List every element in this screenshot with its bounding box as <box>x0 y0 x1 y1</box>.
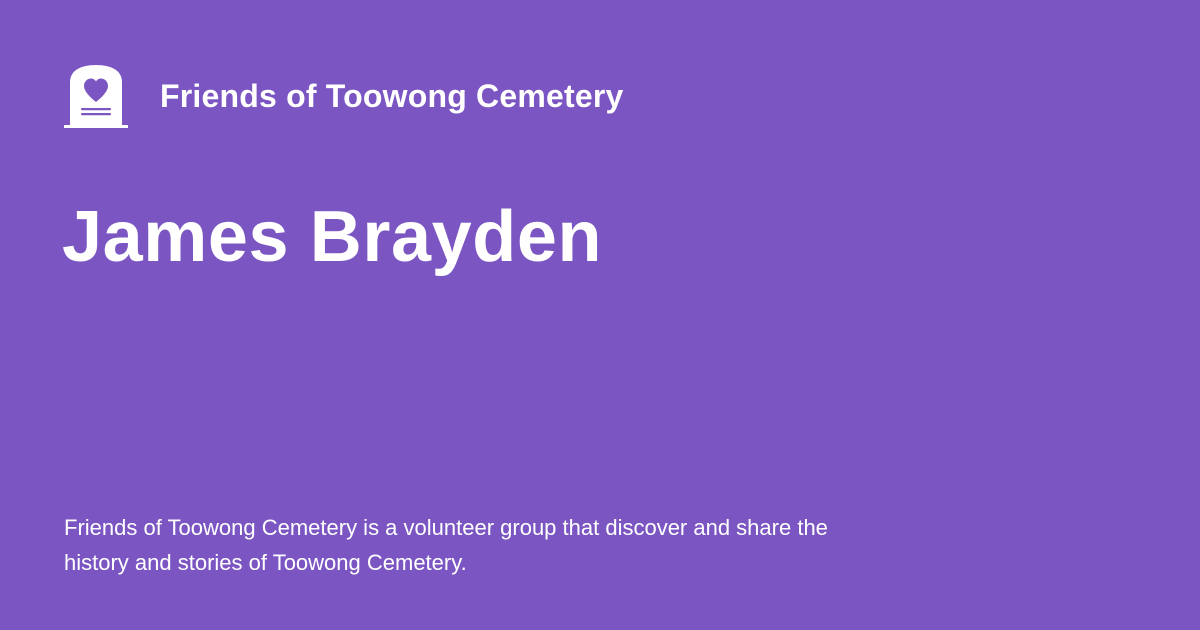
page-title: James Brayden <box>62 197 603 277</box>
site-description: Friends of Toowong Cemetery is a volunte… <box>64 515 828 575</box>
gravestone-heart-icon <box>64 65 128 128</box>
site-name: Friends of Toowong Cemetery <box>160 77 624 114</box>
social-share-card: Friends of Toowong Cemetery James Brayde… <box>0 0 1200 630</box>
brand-header: Friends of Toowong Cemetery <box>64 64 624 128</box>
